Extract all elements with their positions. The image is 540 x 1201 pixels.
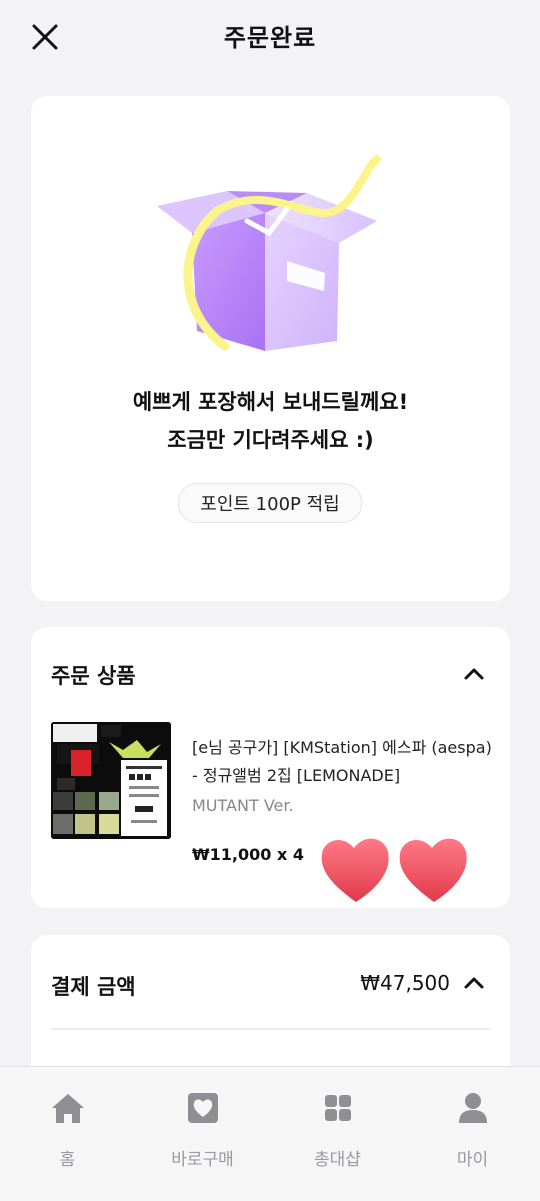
tab-label: 마이 (456, 1150, 489, 1170)
point-badge: 포인트 100P 적립 (178, 483, 362, 523)
tab-quick-buy[interactable]: 바로구매 (135, 1067, 270, 1201)
chevron-up-icon[interactable] (463, 667, 485, 681)
tab-label: 홈 (59, 1150, 76, 1170)
tab-home[interactable]: 홈 (0, 1067, 135, 1201)
home-icon (52, 1094, 84, 1123)
chevron-up-icon[interactable] (463, 976, 485, 990)
order-items-title: 주문 상품 (51, 664, 136, 688)
album-cover-image (51, 722, 171, 839)
tab-label: 총대샵 (314, 1150, 361, 1170)
tab-label: 바로구매 (171, 1150, 234, 1170)
order-complete-card: 예쁘게 포장해서 보내드릴께요! 조금만 기다려주세요 :) 포인트 100P … (31, 96, 510, 601)
hero-message-line1: 예쁘게 포장해서 보내드릴께요! (132, 390, 409, 414)
heart-square-icon (188, 1093, 218, 1123)
hero-message-line2: 조금만 기다려주세요 :) (167, 428, 374, 452)
payment-amount: ₩47,500 (360, 971, 450, 995)
product-option: MUTANT Ver. (192, 796, 294, 815)
gift-box-illustration (157, 155, 381, 351)
top-bar: 주문완료 (0, 0, 540, 70)
product-price: ₩11,000 x 4 (192, 845, 304, 864)
product-thumbnail[interactable] (51, 722, 171, 839)
bottom-tab-bar: 홈 바로구매 총대샵 마이 (0, 1066, 540, 1201)
grid-icon (325, 1095, 351, 1121)
heart-icon (399, 838, 467, 902)
close-button[interactable] (30, 22, 60, 52)
person-icon (459, 1093, 487, 1123)
heart-icon (321, 838, 389, 902)
product-name[interactable]: [e님 공구가] [KMStation] 에스파 (aespa) - 정규앨범 … (192, 734, 492, 790)
tab-my[interactable]: 마이 (405, 1067, 540, 1201)
divider (51, 1028, 490, 1030)
page-title: 주문완료 (223, 23, 317, 52)
tab-shop[interactable]: 총대샵 (270, 1067, 405, 1201)
heart-stickers (321, 838, 467, 902)
close-icon (32, 24, 58, 50)
order-items-card: 주문 상품 [e님 공구가] [KMStation] 에스파 (aespa) -… (31, 627, 510, 908)
payment-title: 결제 금액 (51, 975, 136, 999)
